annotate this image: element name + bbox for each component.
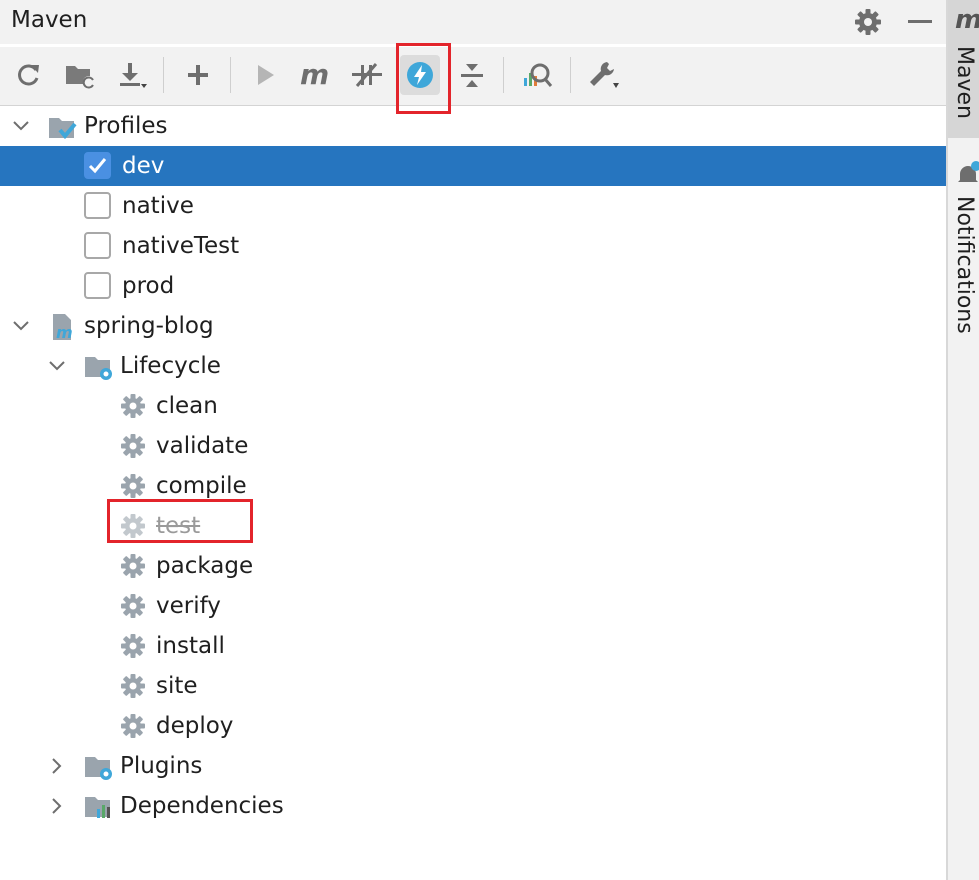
chevron-down-icon[interactable] (11, 116, 31, 136)
gear-icon (119, 392, 149, 422)
gear-icon (119, 712, 149, 742)
panel-title: Maven (11, 7, 88, 33)
lifecycle-phase-deploy[interactable]: deploy (0, 706, 946, 746)
lifecycle-label: Lifecycle (120, 353, 221, 379)
checkbox[interactable] (84, 232, 111, 259)
tree-node-plugins[interactable]: Plugins (0, 746, 946, 786)
profile-item-nativetest[interactable]: nativeTest (0, 226, 946, 266)
profile-label: nativeTest (122, 233, 240, 259)
profile-item-dev[interactable]: dev (0, 146, 946, 186)
phase-label: validate (156, 433, 249, 459)
sidebar-tab-notifications[interactable]: Notifications (952, 196, 977, 334)
refresh-icon[interactable] (8, 55, 48, 95)
chevron-down-icon[interactable] (47, 356, 67, 376)
phase-label: site (156, 673, 198, 699)
gear-icon (119, 552, 149, 582)
phase-label: deploy (156, 713, 234, 739)
tree-node-dependencies[interactable]: Dependencies (0, 786, 946, 826)
download-icon[interactable] (112, 55, 152, 95)
gear-icon (119, 472, 149, 502)
folder-refresh-icon[interactable] (60, 55, 100, 95)
right-tool-window-bar: m Maven Notifications (946, 0, 979, 880)
chevron-right-icon[interactable] (47, 756, 67, 776)
dependencies-label: Dependencies (120, 793, 284, 819)
checkbox[interactable] (84, 272, 111, 299)
minimize-icon[interactable] (906, 6, 934, 38)
chevron-down-icon[interactable] (11, 316, 31, 336)
folder-chart-icon (83, 792, 113, 822)
tree-label: Profiles (84, 113, 168, 139)
maven-m-icon[interactable]: m (295, 55, 335, 95)
maven-m-icon: m (955, 6, 979, 34)
lifecycle-phase-package[interactable]: package (0, 546, 946, 586)
plus-icon[interactable] (178, 55, 218, 95)
lifecycle-phase-validate[interactable]: validate (0, 426, 946, 466)
svg-text:m: m (56, 323, 73, 342)
phase-label: verify (156, 593, 221, 619)
tree-node-project[interactable]: m spring-blog (0, 306, 946, 346)
lifecycle-phase-clean[interactable]: clean (0, 386, 946, 426)
chevron-right-icon[interactable] (47, 796, 67, 816)
gear-icon (119, 592, 149, 622)
analyze-icon[interactable] (517, 55, 557, 95)
profiles-icon (47, 112, 77, 142)
gear-icon[interactable] (852, 6, 884, 38)
gear-icon (119, 432, 149, 462)
highlight-skipped-test-phase (107, 499, 253, 543)
tree-node-lifecycle[interactable]: Lifecycle (0, 346, 946, 386)
maven-tool-window: Maven m Profiles dev native nativeTest p… (0, 0, 946, 880)
sidebar-tab-maven[interactable]: m Maven (948, 0, 979, 138)
tool-window-header: Maven (0, 0, 946, 44)
play-icon[interactable] (245, 55, 285, 95)
maven-toolbar: m (0, 47, 946, 106)
profile-item-prod[interactable]: prod (0, 266, 946, 306)
bell-icon[interactable] (956, 160, 979, 188)
svg-text:m: m (300, 61, 329, 89)
phase-label: clean (156, 393, 218, 419)
phase-label: compile (156, 473, 247, 499)
checkbox-checked[interactable] (84, 152, 111, 179)
wrench-icon[interactable] (584, 55, 624, 95)
maven-project-icon: m (47, 312, 77, 342)
profile-label: prod (122, 273, 175, 299)
plugins-label: Plugins (120, 753, 203, 779)
profile-item-native[interactable]: native (0, 186, 946, 226)
offline-icon[interactable] (347, 55, 387, 95)
profile-label: dev (122, 153, 165, 179)
folder-gear-icon (83, 352, 113, 382)
phase-label: package (156, 553, 254, 579)
collapse-icon[interactable] (452, 55, 492, 95)
lifecycle-phase-site[interactable]: site (0, 666, 946, 706)
gear-icon (119, 672, 149, 702)
lifecycle-phase-verify[interactable]: verify (0, 586, 946, 626)
tree-node-profiles[interactable]: Profiles (0, 106, 946, 146)
folder-gear-icon (83, 752, 113, 782)
checkbox[interactable] (84, 192, 111, 219)
profile-label: native (122, 193, 194, 219)
phase-label: install (156, 633, 225, 659)
project-label: spring-blog (84, 313, 214, 339)
sidebar-tab-label: Maven (952, 46, 977, 119)
highlight-skip-tests-button (396, 43, 451, 114)
lifecycle-phase-install[interactable]: install (0, 626, 946, 666)
gear-icon (119, 632, 149, 662)
